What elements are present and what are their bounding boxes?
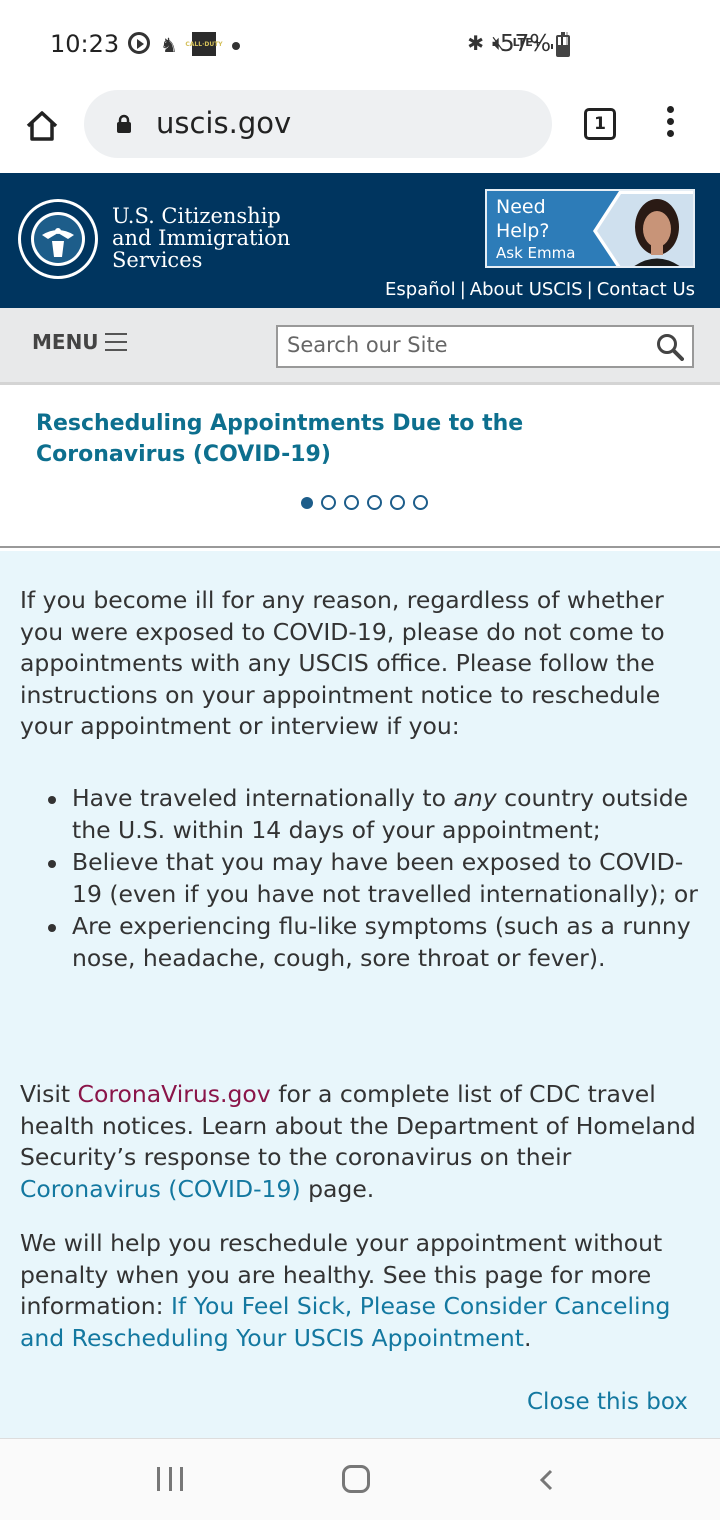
list-item-text: Have traveled internationally to — [72, 784, 454, 812]
agency-name[interactable]: U.S. Citizenship and Immigration Service… — [112, 205, 290, 271]
list-item: Are experiencing flu-like symptoms (such… — [48, 911, 702, 974]
search-icon[interactable] — [656, 333, 684, 361]
back-icon[interactable] — [538, 1469, 554, 1491]
link-separator: | — [459, 279, 466, 300]
link-separator: | — [586, 279, 593, 300]
link-espanol[interactable]: Español — [385, 279, 456, 300]
dhs-seal-icon[interactable] — [16, 197, 100, 281]
carousel-dots — [301, 495, 428, 510]
dhs-covid-link[interactable]: Coronavirus (COVID-19) — [20, 1175, 301, 1203]
paragraph-text: . — [523, 1323, 532, 1352]
ask-emma-button[interactable]: Need Help? Ask Emma — [485, 189, 695, 268]
hamburger-icon — [104, 333, 127, 351]
close-box-link[interactable]: Close this box — [527, 1389, 688, 1415]
list-item-emphasis: any — [453, 784, 497, 812]
battery-icon — [556, 32, 570, 57]
url-text: uscis.gov — [156, 106, 292, 140]
link-about-uscis[interactable]: About USCIS — [470, 279, 583, 300]
list-item: Believe that you may have been exposed t… — [48, 847, 702, 910]
agency-name-line: U.S. Citizenship — [112, 204, 281, 228]
carousel-dot[interactable] — [344, 495, 359, 510]
list-item: Have traveled internationally to any cou… — [48, 783, 702, 846]
address-bar[interactable]: uscis.gov — [84, 90, 552, 158]
site-header: U.S. Citizenship and Immigration Service… — [0, 173, 720, 308]
carousel-dot[interactable] — [321, 495, 336, 510]
alert-help-paragraph: We will help you reschedule your appoint… — [20, 1228, 700, 1354]
play-notification-icon — [128, 32, 150, 54]
paragraph-text: page. — [300, 1174, 375, 1203]
home-icon[interactable] — [22, 106, 62, 146]
carousel-dot[interactable] — [301, 497, 313, 509]
recent-apps-icon[interactable] — [157, 1467, 183, 1491]
tab-switcher-icon[interactable]: 1 — [584, 108, 616, 140]
lock-icon — [116, 114, 132, 133]
paragraph-text: Visit — [20, 1080, 78, 1108]
covid-alert-box: If you become ill for any reason, regard… — [0, 551, 720, 1438]
help-subtext: Ask Emma — [496, 244, 576, 262]
link-contact-us[interactable]: Contact Us — [597, 279, 695, 300]
browser-toolbar: uscis.gov 1 — [0, 90, 720, 172]
system-nav-bar — [0, 1438, 720, 1520]
alert-list: Have traveled internationally to any cou… — [48, 783, 702, 975]
help-line: Help? — [496, 220, 550, 242]
home-button-icon[interactable] — [342, 1465, 370, 1493]
news-carousel: Rescheduling Appointments Due to the Cor… — [0, 388, 720, 548]
help-line: Need — [496, 196, 546, 218]
alert-visit-paragraph: Visit CoronaVirus.gov for a complete lis… — [20, 1079, 700, 1205]
status-bar: 10:23 ♞ CALL·DUTY ✱ 🔇︎ LTE+ 57% — [0, 0, 720, 90]
carousel-dot[interactable] — [367, 495, 382, 510]
more-notifications-dot-icon — [232, 42, 240, 50]
agency-name-line: Services — [112, 248, 203, 272]
game-notification-icon: CALL·DUTY — [185, 32, 223, 56]
menu-button[interactable]: MENU — [32, 330, 127, 354]
agency-name-line: and Immigration — [112, 226, 291, 250]
carousel-dot[interactable] — [390, 495, 405, 510]
emma-avatar — [593, 191, 693, 266]
search-input[interactable]: Search our Site — [276, 325, 694, 368]
battery-percent: 57% — [500, 31, 552, 57]
carousel-dot[interactable] — [413, 495, 428, 510]
more-vert-icon[interactable] — [660, 106, 680, 142]
status-time: 10:23 — [50, 30, 120, 58]
carousel-headline-link[interactable]: Rescheduling Appointments Due to the Cor… — [36, 408, 656, 470]
search-placeholder: Search our Site — [287, 333, 448, 357]
bluetooth-icon: ✱ — [467, 30, 484, 55]
menu-bar: MENU Search our Site — [0, 308, 720, 385]
menu-label: MENU — [32, 330, 99, 354]
alert-intro: If you become ill for any reason, regard… — [20, 586, 665, 740]
accessibility-notification-icon: ♞ — [160, 33, 178, 57]
help-heading: Need Help? — [496, 195, 549, 243]
header-links: Español | About USCIS | Contact Us — [385, 279, 695, 300]
coronavirus-gov-link[interactable]: CoronaVirus.gov — [78, 1080, 271, 1108]
